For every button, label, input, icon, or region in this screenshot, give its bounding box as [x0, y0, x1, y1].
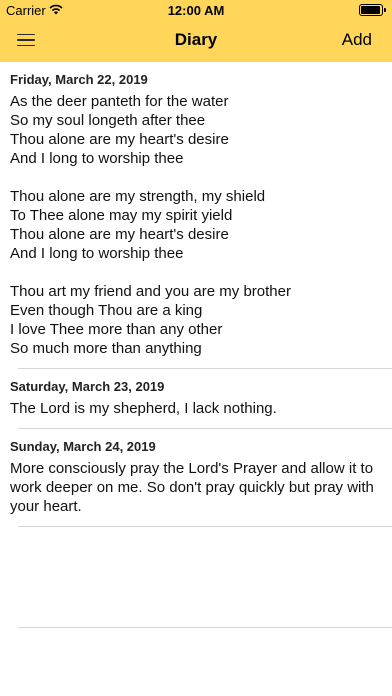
diary-entry[interactable]: Friday, March 22, 2019 As the deer pante…	[0, 62, 392, 369]
header: Carrier 12:00 AM Diary Add	[0, 0, 392, 62]
entry-text: As the deer panteth for the water So my …	[10, 93, 291, 357]
entry-text: More consciously pray the Lord's Prayer …	[10, 460, 374, 515]
status-time: 12:00 AM	[167, 3, 225, 18]
diary-entry-list: Friday, March 22, 2019 As the deer pante…	[0, 62, 392, 527]
entry-date: Friday, March 22, 2019	[10, 72, 148, 87]
page-title: Diary	[174, 30, 218, 49]
entry-text: The Lord is my shepherd, I lack nothing.	[10, 400, 277, 417]
battery-icon	[359, 4, 386, 16]
entry-date: Saturday, March 23, 2019	[10, 379, 165, 394]
diary-entry[interactable]: Sunday, March 24, 2019 More consciously …	[0, 429, 392, 527]
entry-date: Sunday, March 24, 2019	[10, 439, 156, 454]
status-bar: Carrier 12:00 AM	[0, 0, 392, 20]
diary-entry[interactable]: Saturday, March 23, 2019 The Lord is my …	[0, 369, 392, 429]
divider	[18, 627, 392, 628]
divider	[18, 526, 392, 527]
add-button[interactable]: Add	[342, 30, 372, 50]
navigation-bar: Diary Add	[0, 20, 392, 62]
